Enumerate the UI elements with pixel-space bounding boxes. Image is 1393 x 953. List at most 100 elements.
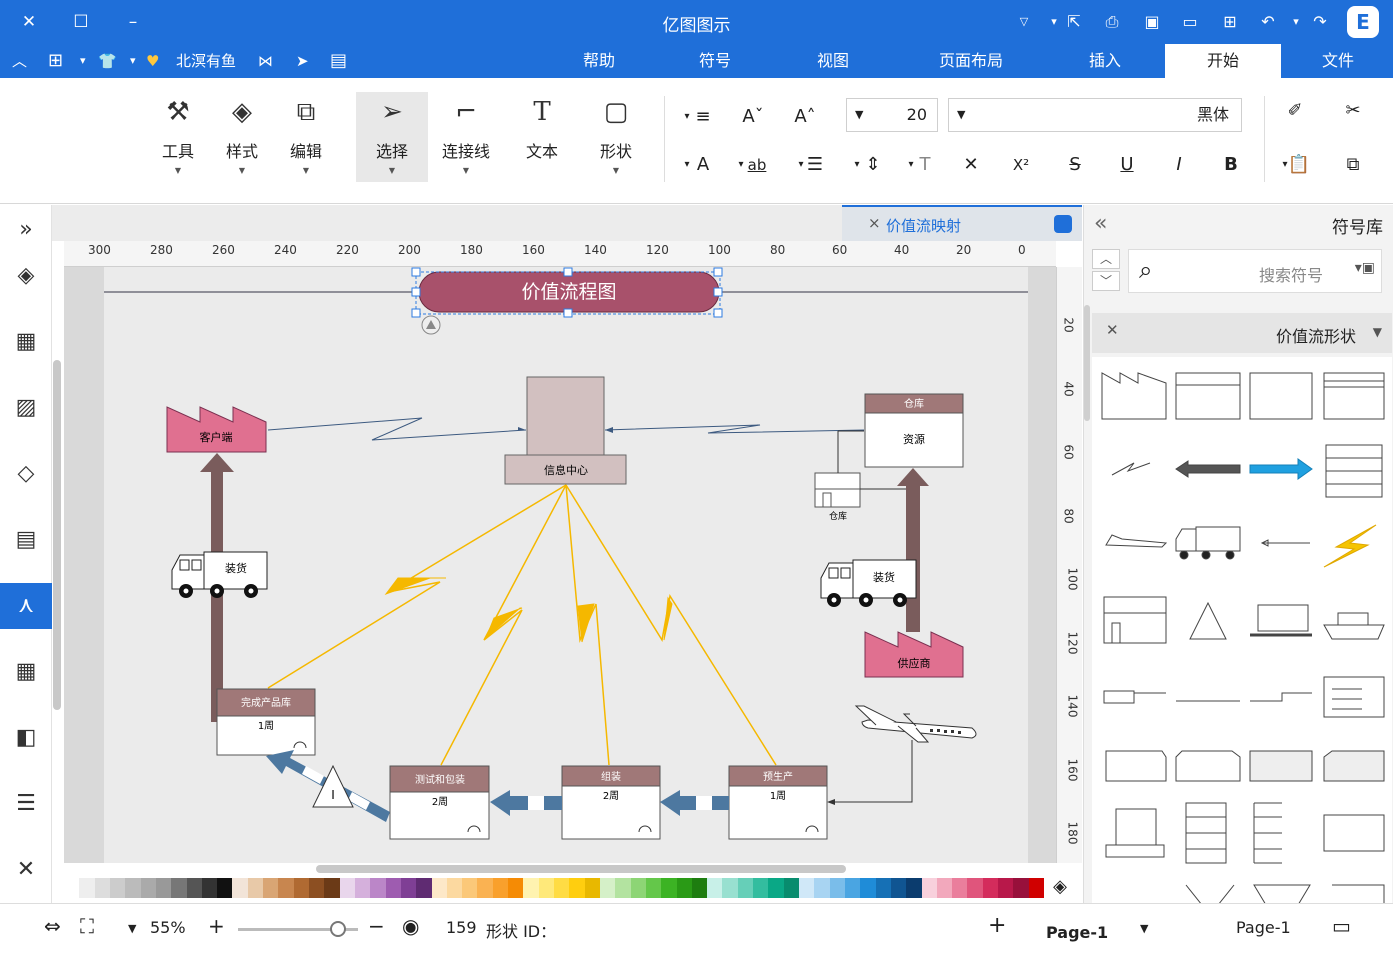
collapse-panel-icon[interactable]: « xyxy=(1094,211,1107,236)
color-swatch[interactable] xyxy=(109,878,126,898)
color-swatch[interactable] xyxy=(676,878,692,898)
funnel-symbol-2[interactable] xyxy=(1253,884,1311,905)
zoom-value[interactable]: 55% xyxy=(150,918,186,937)
color-swatch[interactable] xyxy=(446,878,463,898)
zoom-in-icon[interactable]: + xyxy=(208,914,225,938)
color-swatch[interactable] xyxy=(936,878,953,898)
color-swatch[interactable] xyxy=(783,878,799,898)
color-swatch[interactable] xyxy=(645,878,662,898)
zoom-out-icon[interactable]: − xyxy=(368,914,385,938)
color-swatch[interactable] xyxy=(890,878,907,898)
color-swatch[interactable] xyxy=(569,878,585,898)
rail-symbol[interactable] xyxy=(1250,604,1312,637)
truck-left-icon[interactable] xyxy=(171,551,268,598)
color-swatch[interactable] xyxy=(707,878,723,898)
color-swatch[interactable] xyxy=(737,878,754,898)
fullscreen-icon[interactable]: ⛶ xyxy=(80,914,94,938)
color-swatch[interactable] xyxy=(186,878,202,898)
play-icon[interactable]: ◉ xyxy=(402,914,419,938)
color-swatch[interactable] xyxy=(615,878,631,898)
airplane-symbol[interactable] xyxy=(1105,534,1168,548)
fit-width-icon[interactable]: ⇔ xyxy=(44,914,61,938)
color-swatch[interactable] xyxy=(538,878,554,898)
shipment-arrow-symbol[interactable] xyxy=(1249,458,1313,480)
color-swatch[interactable] xyxy=(125,878,141,898)
color-swatch[interactable] xyxy=(171,878,187,898)
stack-box-symbol-4[interactable] xyxy=(1323,750,1385,782)
airplane-icon[interactable] xyxy=(854,705,977,743)
color-swatch[interactable] xyxy=(998,878,1014,898)
list-symbol[interactable] xyxy=(1253,802,1282,864)
rect-symbol[interactable] xyxy=(1323,814,1385,852)
inventory-symbol[interactable] xyxy=(1189,601,1227,640)
truck-right-icon[interactable] xyxy=(820,559,917,607)
color-swatch[interactable] xyxy=(982,878,999,898)
scroll-up-icon[interactable]: ︿ xyxy=(1092,249,1120,269)
color-swatch[interactable] xyxy=(339,878,355,898)
timeline-symbol-3[interactable] xyxy=(1250,692,1312,702)
color-swatch[interactable] xyxy=(906,878,922,898)
stack-box-symbol-3[interactable] xyxy=(1249,750,1313,782)
timeline-symbol-1[interactable] xyxy=(1103,690,1166,704)
panel-scrollbar[interactable] xyxy=(1084,305,1090,421)
push-arrow-symbol[interactable] xyxy=(1175,460,1241,478)
color-swatch[interactable] xyxy=(753,878,769,898)
customer-factory-icon[interactable] xyxy=(166,406,267,453)
arrow-left-symbol[interactable] xyxy=(1260,539,1310,547)
data-box-symbol[interactable] xyxy=(1175,372,1241,420)
fill-color-icon[interactable]: ◈ xyxy=(1048,876,1072,900)
color-swatch[interactable] xyxy=(492,878,509,898)
info-center-box[interactable] xyxy=(526,376,605,456)
manual-info-lines[interactable] xyxy=(267,484,777,766)
category-header[interactable]: ✕ 价值流形状 ▼ xyxy=(1092,313,1392,353)
color-swatch[interactable] xyxy=(400,878,417,898)
kanban-stack-symbol[interactable] xyxy=(1325,444,1383,498)
color-swatch[interactable] xyxy=(309,878,325,898)
process-box-header-symbol[interactable] xyxy=(1323,372,1385,420)
scroll-down-icon[interactable]: ﹀ xyxy=(1092,271,1120,291)
lightning-symbol[interactable] xyxy=(1323,524,1377,568)
warehouse-symbol[interactable] xyxy=(1103,596,1167,644)
color-swatch[interactable] xyxy=(1028,878,1044,898)
electronic-info-line-left[interactable] xyxy=(267,417,527,441)
symbol-search-input[interactable]: ⌕ 搜索符号 ▾▣ xyxy=(1128,249,1382,293)
small-warehouse-icon[interactable] xyxy=(814,472,861,508)
color-swatch[interactable] xyxy=(829,878,845,898)
supplier-factory-icon[interactable] xyxy=(864,631,964,678)
color-swatch[interactable] xyxy=(370,878,386,898)
pedestal-symbol[interactable] xyxy=(1105,808,1165,858)
color-swatch[interactable] xyxy=(952,878,968,898)
color-swatch[interactable] xyxy=(201,878,218,898)
color-swatch[interactable] xyxy=(477,878,493,898)
color-swatch[interactable] xyxy=(293,878,309,898)
factory-symbol[interactable] xyxy=(1101,372,1167,420)
color-swatch[interactable] xyxy=(691,878,708,898)
color-swatch[interactable] xyxy=(232,878,248,898)
color-swatch[interactable] xyxy=(278,878,294,898)
color-swatch[interactable] xyxy=(247,878,264,898)
color-swatch[interactable] xyxy=(385,878,401,898)
color-swatch[interactable] xyxy=(661,878,677,898)
library-dropdown-icon[interactable]: ▾▣ xyxy=(1355,260,1375,276)
color-swatch[interactable] xyxy=(508,878,524,898)
page-tab[interactable]: Page-1 xyxy=(1034,909,1124,949)
column-table-symbol[interactable] xyxy=(1185,802,1227,864)
ship-symbol[interactable] xyxy=(1323,612,1385,640)
push-arrow-1[interactable] xyxy=(660,790,729,816)
shipment-arrow-right[interactable] xyxy=(906,484,920,632)
process-box-symbol[interactable] xyxy=(1249,372,1313,420)
color-swatch[interactable] xyxy=(79,878,95,898)
zoom-slider-thumb[interactable] xyxy=(330,921,346,937)
color-swatch[interactable] xyxy=(416,878,432,898)
color-swatch[interactable] xyxy=(94,878,110,898)
panel-toggle-icon[interactable]: ▭ xyxy=(1332,914,1351,938)
color-swatch[interactable] xyxy=(599,878,616,898)
stack-box-symbol-1[interactable] xyxy=(1105,750,1167,782)
zoom-dropdown-icon[interactable]: ▼ xyxy=(128,922,136,935)
electronic-info-line-right[interactable] xyxy=(604,424,865,434)
horizontal-scrollbar[interactable] xyxy=(316,865,846,873)
color-swatch[interactable] xyxy=(1013,878,1029,898)
color-swatch[interactable] xyxy=(814,878,830,898)
color-swatch[interactable] xyxy=(64,878,80,898)
electronic-info-symbol[interactable] xyxy=(1111,462,1151,476)
